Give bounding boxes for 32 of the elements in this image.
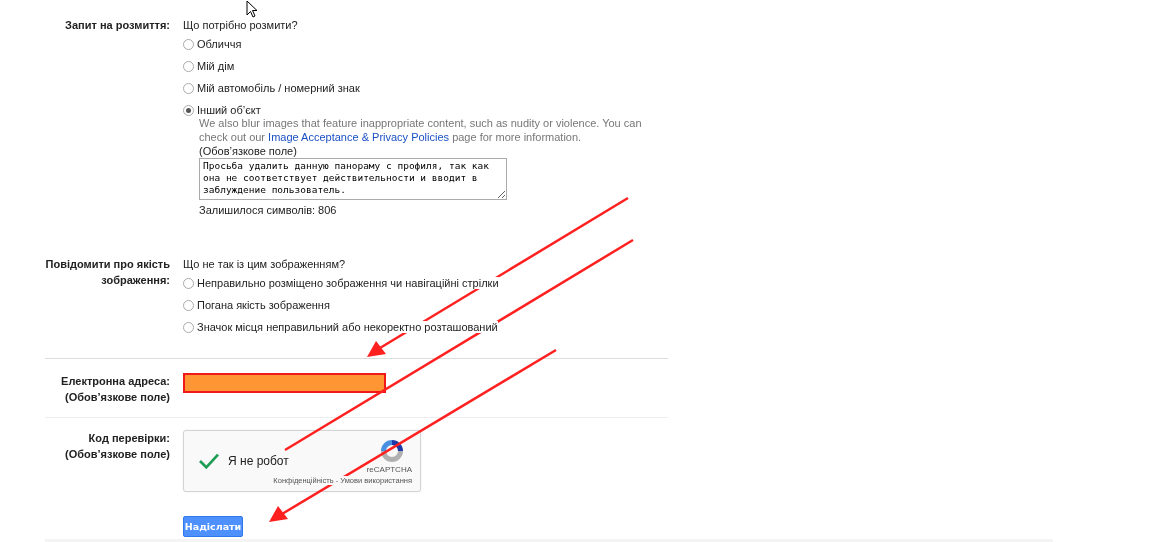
checkbox-label: Я не робот <box>228 454 289 468</box>
radio-button[interactable] <box>183 38 194 50</box>
question-text: Що не так із цим зображенням? <box>183 256 346 272</box>
option-label: Обличчя <box>197 38 242 50</box>
recaptcha-logo-icon <box>378 437 406 465</box>
radio-button[interactable] <box>183 60 194 72</box>
radio-button[interactable] <box>183 299 194 311</box>
field-label: Повідомити про якість зображення: <box>44 257 170 288</box>
description-textarea[interactable]: Просьба удалить данную панораму с профиля, так как она не соответствует действительности и вводит в заблуждение пользователь. <box>199 158 507 200</box>
field-label: Електронна адреса: <box>61 374 170 389</box>
email-field[interactable] <box>183 373 386 393</box>
option-label: Мій автомобіль / номерний знак <box>197 82 360 94</box>
field-label: Запит на розмиття: <box>65 18 170 33</box>
radio-button[interactable] <box>183 104 194 116</box>
option-label: Мій дім <box>197 60 235 72</box>
policy-link[interactable]: Image Acceptance & Privacy Policies <box>268 131 450 143</box>
field-label: Код перевірки: <box>88 431 170 446</box>
info-text: We also blur images that feature inappropriate content, such as nudity or violence. You can check out our Image Acceptance & Privacy Policies page for more information. <box>199 116 643 144</box>
option-label: Неправильно розміщено зображення чи навігаційні стрілки <box>197 277 499 289</box>
remaining-count: Залишилося символів: 806 <box>199 203 338 218</box>
option-label: Інший об’єкт <box>197 104 261 116</box>
checkmark-icon[interactable] <box>198 452 220 470</box>
question-text: Що потрібно розмити? <box>183 17 298 33</box>
radio-button[interactable] <box>183 277 194 289</box>
radio-button[interactable] <box>183 321 194 333</box>
option-label: Значок місця неправильний або некоректно розташований <box>197 321 498 333</box>
radio-button[interactable] <box>183 82 194 94</box>
required-note: (Обов’язкове поле) <box>199 144 298 158</box>
captcha-brand: reCAPTCHA <box>366 465 412 474</box>
option-label: Погана якість зображення <box>197 299 330 311</box>
required-note: (Обов’язкове поле) <box>64 390 170 405</box>
required-note: (Обов’язкове поле) <box>64 447 170 462</box>
